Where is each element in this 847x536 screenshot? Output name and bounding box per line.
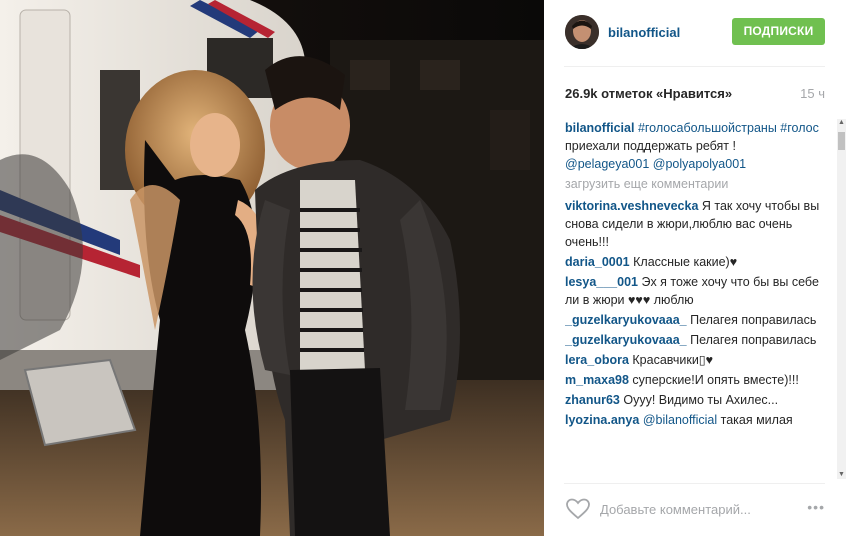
post-timestamp[interactable]: 15 ч — [800, 86, 825, 101]
comment: zhanur63 Оууу! Видимо ты Ахилес... — [565, 391, 823, 409]
comment: _guzelkaryukovaaa_ Пелагея поправилась — [565, 331, 823, 349]
comment-username[interactable]: lesya___001 — [565, 275, 638, 289]
load-more-comments-button[interactable]: загрузить еще комментарии — [565, 175, 823, 193]
heart-icon[interactable] — [565, 498, 591, 520]
mention-link[interactable]: @bilanofficial — [643, 413, 717, 427]
comment-username[interactable]: _guzelkaryukovaaa_ — [565, 313, 687, 327]
comment-username[interactable]: m_maxa98 — [565, 373, 629, 387]
caption: bilanofficial #голосабольшойстраны #голо… — [565, 119, 823, 173]
comment-username[interactable]: zhanur63 — [565, 393, 620, 407]
avatar[interactable] — [565, 15, 599, 49]
avatar-image — [565, 15, 599, 49]
comment-username[interactable]: lera_obora — [565, 353, 629, 367]
scroll-up-arrow-icon[interactable]: ▲ — [838, 119, 845, 127]
comment: lesya___001 Эх я тоже хочу что бы вы себ… — [565, 273, 823, 309]
header-divider — [564, 66, 825, 67]
comment: viktorina.veshnevecka Я так хочу чтобы в… — [565, 197, 823, 251]
scroll-down-arrow-icon[interactable]: ▼ — [838, 471, 845, 479]
hashtag-link[interactable]: #голосабольшойстраны — [638, 121, 777, 135]
follow-button[interactable]: ПОДПИСКИ — [732, 18, 825, 45]
comment-username[interactable]: daria_0001 — [565, 255, 630, 269]
photo-illustration — [0, 0, 544, 536]
mention-link[interactable]: @polyapolya001 — [653, 157, 746, 171]
comment: _guzelkaryukovaaa_ Пелагея поправилась — [565, 311, 823, 329]
mention-link[interactable]: @pelageya001 — [565, 157, 649, 171]
comment: lyozina.anya @bilanofficial такая милая — [565, 411, 823, 429]
comment-text: Пелагея поправилась — [686, 313, 817, 327]
post-author-username[interactable]: bilanofficial — [608, 25, 680, 40]
caption-text: приехали поддержать ребят ! — [565, 139, 736, 153]
likes-count[interactable]: 26.9k отметок «Нравится» — [565, 86, 732, 101]
comment-username[interactable]: lyozina.anya — [565, 413, 639, 427]
comments-scrollbar[interactable]: ▲ ▼ — [837, 119, 846, 479]
hashtag-link[interactable]: #голос — [780, 121, 819, 135]
heart-outline — [566, 498, 590, 520]
comment-text: такая милая — [717, 413, 793, 427]
comment: lera_obora Красавчики▯♥ — [565, 351, 823, 369]
comments-list: bilanofficial #голосабольшойстраны #голо… — [565, 119, 823, 478]
comment-text: Пелагея поправилась — [686, 333, 817, 347]
post-sidebar: bilanofficial ПОДПИСКИ 26.9k отметок «Нр… — [544, 0, 847, 536]
post-photo[interactable] — [0, 0, 544, 536]
comment-username[interactable]: viktorina.veshnevecka — [565, 199, 698, 213]
scrollbar-thumb[interactable] — [838, 132, 845, 150]
footer-divider — [564, 483, 825, 484]
post-header: bilanofficial ПОДПИСКИ — [544, 0, 847, 65]
instagram-post: bilanofficial ПОДПИСКИ 26.9k отметок «Нр… — [0, 0, 847, 536]
comment-text: Оууу! Видимо ты Ахилес... — [619, 393, 779, 407]
more-options-icon[interactable]: ••• — [807, 499, 825, 515]
caption-username[interactable]: bilanofficial — [565, 121, 634, 135]
comment: m_maxa98 суперские!И опять вместе)!!! — [565, 371, 823, 389]
comment-text: суперские!И опять вместе)!!! — [628, 373, 799, 387]
add-comment-input[interactable]: Добавьте комментарий... — [600, 502, 751, 517]
comment-text: Классные какие)♥ — [629, 255, 738, 269]
comment: daria_0001 Классные какие)♥ — [565, 253, 823, 271]
comment-username[interactable]: _guzelkaryukovaaa_ — [565, 333, 687, 347]
comment-text: Красавчики▯♥ — [628, 353, 714, 367]
